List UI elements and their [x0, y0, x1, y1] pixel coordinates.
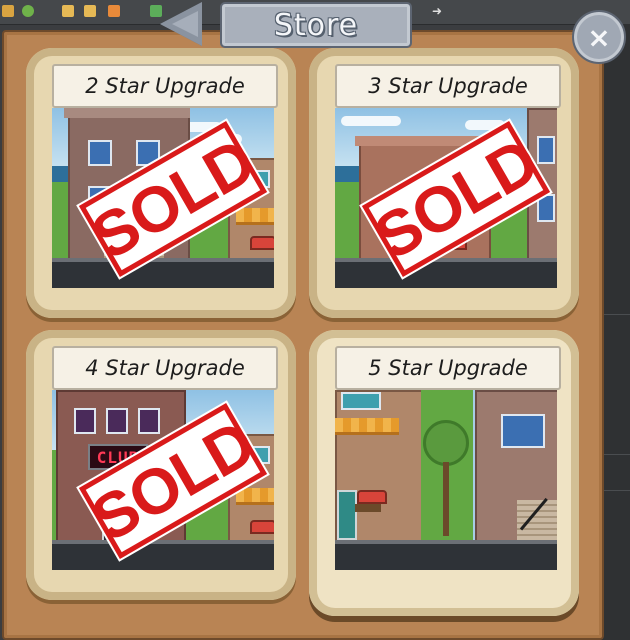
close-icon: × — [587, 20, 611, 54]
ide-side-panel — [600, 24, 630, 640]
item-label: 3 Star Upgrade — [335, 64, 561, 108]
store-window: 2 Star Upgrade SOLD 3 Star Upgrade SOLD … — [2, 30, 604, 640]
store-item-2-star[interactable]: 2 Star Upgrade SOLD — [26, 48, 296, 318]
toolbar-refresh-icon[interactable] — [22, 5, 34, 17]
back-arrow-highlight — [172, 11, 198, 37]
store-item-3-star[interactable]: 3 Star Upgrade SOLD — [309, 48, 579, 318]
store-item-4-star[interactable]: 4 Star Upgrade CLUB SOLD — [26, 330, 296, 600]
item-label: 5 Star Upgrade — [335, 346, 561, 390]
toolbar-folder-icon[interactable] — [84, 5, 96, 17]
toolbar-arrow-icon[interactable]: ➜ — [432, 5, 444, 17]
toolbar-build-icon[interactable] — [2, 5, 14, 17]
window-title-tab: Store — [220, 2, 412, 48]
window-title: Store — [273, 7, 359, 43]
toolbar-open-folder-icon[interactable] — [62, 5, 74, 17]
close-button[interactable]: × — [572, 10, 626, 64]
item-label: 4 Star Upgrade — [52, 346, 278, 390]
store-item-5-star[interactable]: 5 Star Upgrade — [309, 330, 579, 616]
item-label: 2 Star Upgrade — [52, 64, 278, 108]
toolbar-brush-icon[interactable] — [108, 5, 120, 17]
item-preview-image — [335, 390, 557, 570]
